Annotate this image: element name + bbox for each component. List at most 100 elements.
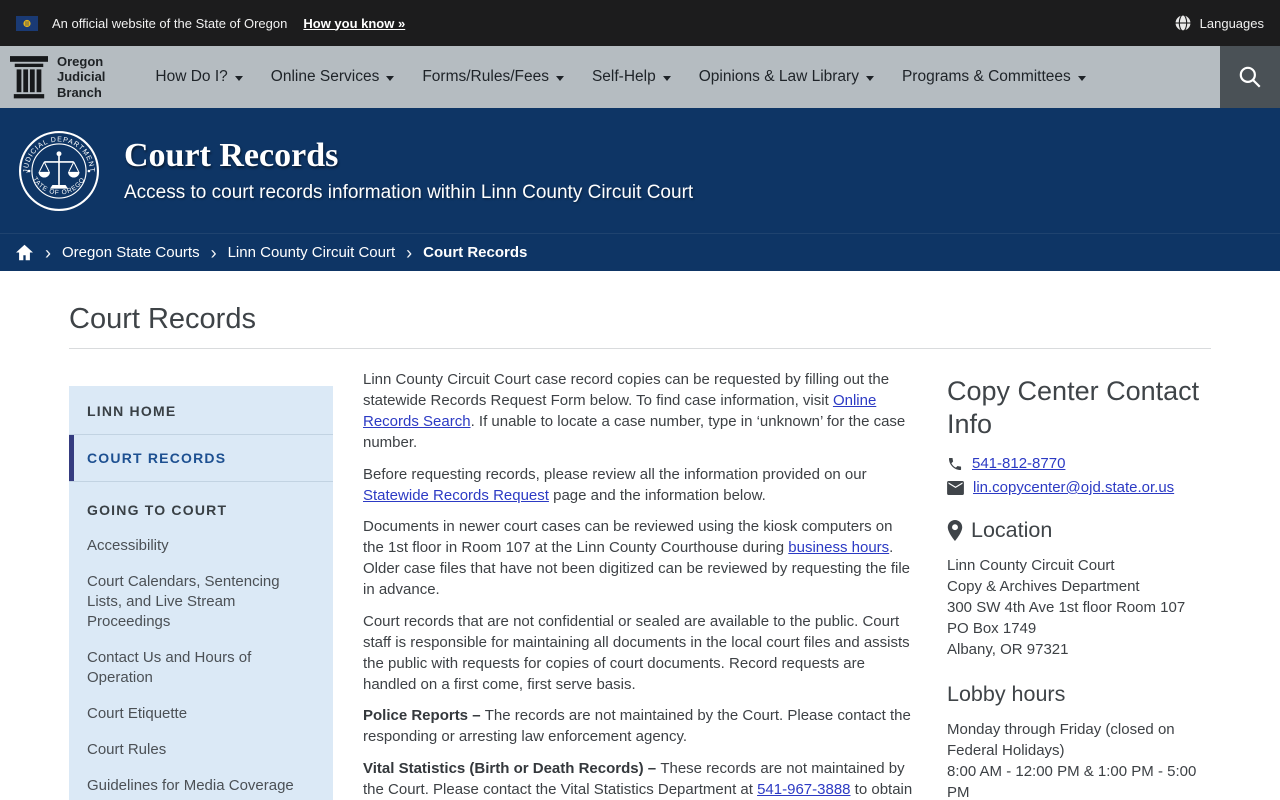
- address-line: Linn County Circuit Court: [947, 557, 1115, 574]
- paragraph-text: page and the information below.: [548, 486, 766, 504]
- paragraph-text: Linn County Circuit Court case record co…: [363, 371, 890, 409]
- inline-link[interactable]: Statewide Records Request: [363, 487, 549, 504]
- logo-line: Judicial: [57, 69, 106, 85]
- address-line: Albany, OR 97321: [947, 641, 1069, 658]
- phone-row: 541-812-8770: [947, 455, 1211, 472]
- breadcrumb-home-link[interactable]: [15, 244, 34, 261]
- paragraph: Court records that are not confidential …: [363, 611, 917, 695]
- logo-line: Oregon: [57, 54, 104, 69]
- phone-icon: [949, 457, 962, 470]
- sidebar-item[interactable]: Contact Us and Hours of Operation: [69, 640, 333, 696]
- breadcrumb-list: › Oregon State Courts › Linn County Circuit…: [45, 243, 527, 262]
- nav-item-label: Programs & Committees: [901, 68, 1071, 85]
- paragraph: Linn County Circuit Court case record co…: [363, 369, 917, 453]
- contact-title: Copy Center Contact Info: [947, 376, 1200, 439]
- ojb-logo[interactable]: Oregon Judicial Branch: [0, 46, 105, 108]
- breadcrumb-separator: ›: [45, 243, 51, 263]
- breadcrumb-separator: ›: [406, 243, 413, 263]
- lobby-hours-block: Monday through Friday (closed on Federal…: [947, 719, 1211, 800]
- sidebar-item[interactable]: Accessibility: [69, 528, 333, 564]
- logo-line: Branch: [57, 84, 102, 100]
- chevron-down-icon: [865, 75, 874, 81]
- location-pin-icon: [947, 520, 963, 541]
- hero-text: Court Records Access to court records in…: [124, 137, 693, 204]
- chevron-down-icon: [662, 75, 671, 81]
- nav-item[interactable]: Opinions & Law Library: [699, 68, 874, 86]
- globe-icon: [1174, 14, 1192, 32]
- address-line: PO Box 1749: [947, 620, 1037, 637]
- side-nav: LINN HOME COURT RECORDS GOING TO COURT Acce…: [69, 386, 333, 800]
- main-menu: How Do I? Online Services Forms/Rules/Fees…: [155, 46, 1086, 108]
- nav-item[interactable]: How Do I?: [155, 68, 243, 86]
- nav-item-label: Self-Help: [591, 68, 656, 85]
- sidebar-item[interactable]: Court Rules: [69, 732, 333, 768]
- nav-item-label: Online Services: [270, 68, 380, 85]
- sidebar-item[interactable]: Court Calendars, Sentencing Lists, and L…: [69, 564, 333, 640]
- main-nav: Oregon Judicial Branch How Do I? Online S…: [0, 46, 1280, 108]
- judicial-seal: JUDICIAL DEPARTMENT STATE OF OREGON: [18, 130, 100, 211]
- nav-item[interactable]: Forms/Rules/Fees: [422, 68, 564, 86]
- nav-item-label: How Do I?: [155, 68, 228, 85]
- address-line: Copy & Archives Department: [947, 578, 1140, 595]
- content-paragraphs: Linn County Circuit Court case record co…: [363, 369, 917, 800]
- paragraph-text: Before requesting records, please review…: [363, 465, 867, 483]
- nav-item-label: Forms/Rules/Fees: [422, 68, 549, 85]
- breadcrumb-current: Court Records: [423, 244, 528, 261]
- official-website-text: An official website of the State of Oreg…: [52, 15, 288, 31]
- sidebar-item-current[interactable]: COURT RECORDS: [69, 435, 333, 481]
- search-icon: [1239, 66, 1261, 88]
- nav-item-label: Opinions & Law Library: [698, 68, 859, 85]
- chevron-down-icon: [1077, 75, 1086, 81]
- nav-item[interactable]: Self-Help: [592, 68, 671, 86]
- search-button[interactable]: [1220, 46, 1280, 108]
- paragraph-text: Court records that are not confidential …: [363, 612, 910, 693]
- email-icon: [947, 480, 964, 495]
- hero-banner: JUDICIAL DEPARTMENT STATE OF OREGON Cour…: [0, 108, 1280, 233]
- breadcrumb-link[interactable]: Linn County Circuit Court: [228, 244, 396, 261]
- content-wrapper: Court Records LINN HOME COURT RECORDS GOIN…: [69, 303, 1211, 800]
- languages-label: Languages: [1199, 15, 1264, 31]
- contact-aside: Copy Center Contact Info 541-812-8770 li…: [947, 375, 1211, 800]
- inline-link[interactable]: business hours: [788, 539, 889, 556]
- sidebar-item[interactable]: Court Etiquette: [69, 696, 333, 732]
- sidebar-section[interactable]: LINN HOME: [69, 388, 333, 434]
- paragraph: Before requesting records, please review…: [363, 464, 917, 506]
- paragraph-lead: Vital Statistics (Birth or Death Records…: [363, 759, 661, 777]
- scales-icon: [38, 150, 80, 189]
- paragraph: Documents in newer court cases can be re…: [363, 516, 917, 600]
- email-row: lin.copycenter@ojd.state.or.us: [947, 479, 1211, 496]
- lobby-hours-heading: Lobby hours: [947, 682, 1211, 707]
- languages-button[interactable]: Languages: [1174, 14, 1264, 32]
- nav-item[interactable]: Online Services: [271, 68, 395, 86]
- chevron-down-icon: [234, 75, 243, 81]
- phone-link[interactable]: 541-812-8770: [972, 455, 1065, 472]
- inline-link[interactable]: 541-967-3888: [757, 781, 850, 798]
- lobby-hours-line: Monday through Friday (closed on Federal…: [947, 721, 1175, 759]
- sidebar-section[interactable]: GOING TO COURT: [69, 482, 333, 528]
- utility-bar: An official website of the State of Oreg…: [0, 0, 1280, 46]
- paragraph: Police Reports – The records are not mai…: [363, 705, 917, 747]
- paragraph: Vital Statistics (Birth or Death Records…: [363, 758, 917, 800]
- breadcrumb: › Oregon State Courts › Linn County Circuit…: [0, 233, 1280, 271]
- oregon-flag-icon: [16, 15, 38, 31]
- lobby-hours-line: 8:00 AM - 12:00 PM & 1:00 PM - 5:00 PM: [947, 763, 1197, 800]
- address-block: Linn County Circuit Court Copy & Archives…: [947, 555, 1211, 660]
- location-title: Location: [971, 518, 1053, 542]
- sidebar-item[interactable]: Guidelines for Media Coverage: [69, 768, 333, 800]
- logo-text: Oregon Judicial Branch: [57, 54, 105, 100]
- home-icon: [16, 244, 33, 261]
- paragraph-lead: Police Reports –: [363, 707, 485, 724]
- main-content: Linn County Circuit Court case record co…: [363, 369, 917, 800]
- nav-item[interactable]: Programs & Committees: [902, 68, 1086, 86]
- left-sidebar: LINN HOME COURT RECORDS GOING TO COURT Acce…: [69, 386, 333, 800]
- pillar-icon: [10, 56, 48, 99]
- how-you-know-link[interactable]: How you know »: [303, 16, 405, 31]
- hero-title: Court Records: [124, 137, 339, 174]
- page-title: Court Records: [69, 303, 1211, 349]
- breadcrumb-separator: ›: [210, 243, 217, 263]
- chevron-down-icon: [555, 75, 564, 81]
- chevron-down-icon: [386, 75, 395, 81]
- address-line: 300 SW 4th Ave 1st floor Room 107: [947, 599, 1186, 616]
- email-link[interactable]: lin.copycenter@ojd.state.or.us: [973, 479, 1174, 496]
- breadcrumb-link[interactable]: Oregon State Courts: [62, 244, 200, 261]
